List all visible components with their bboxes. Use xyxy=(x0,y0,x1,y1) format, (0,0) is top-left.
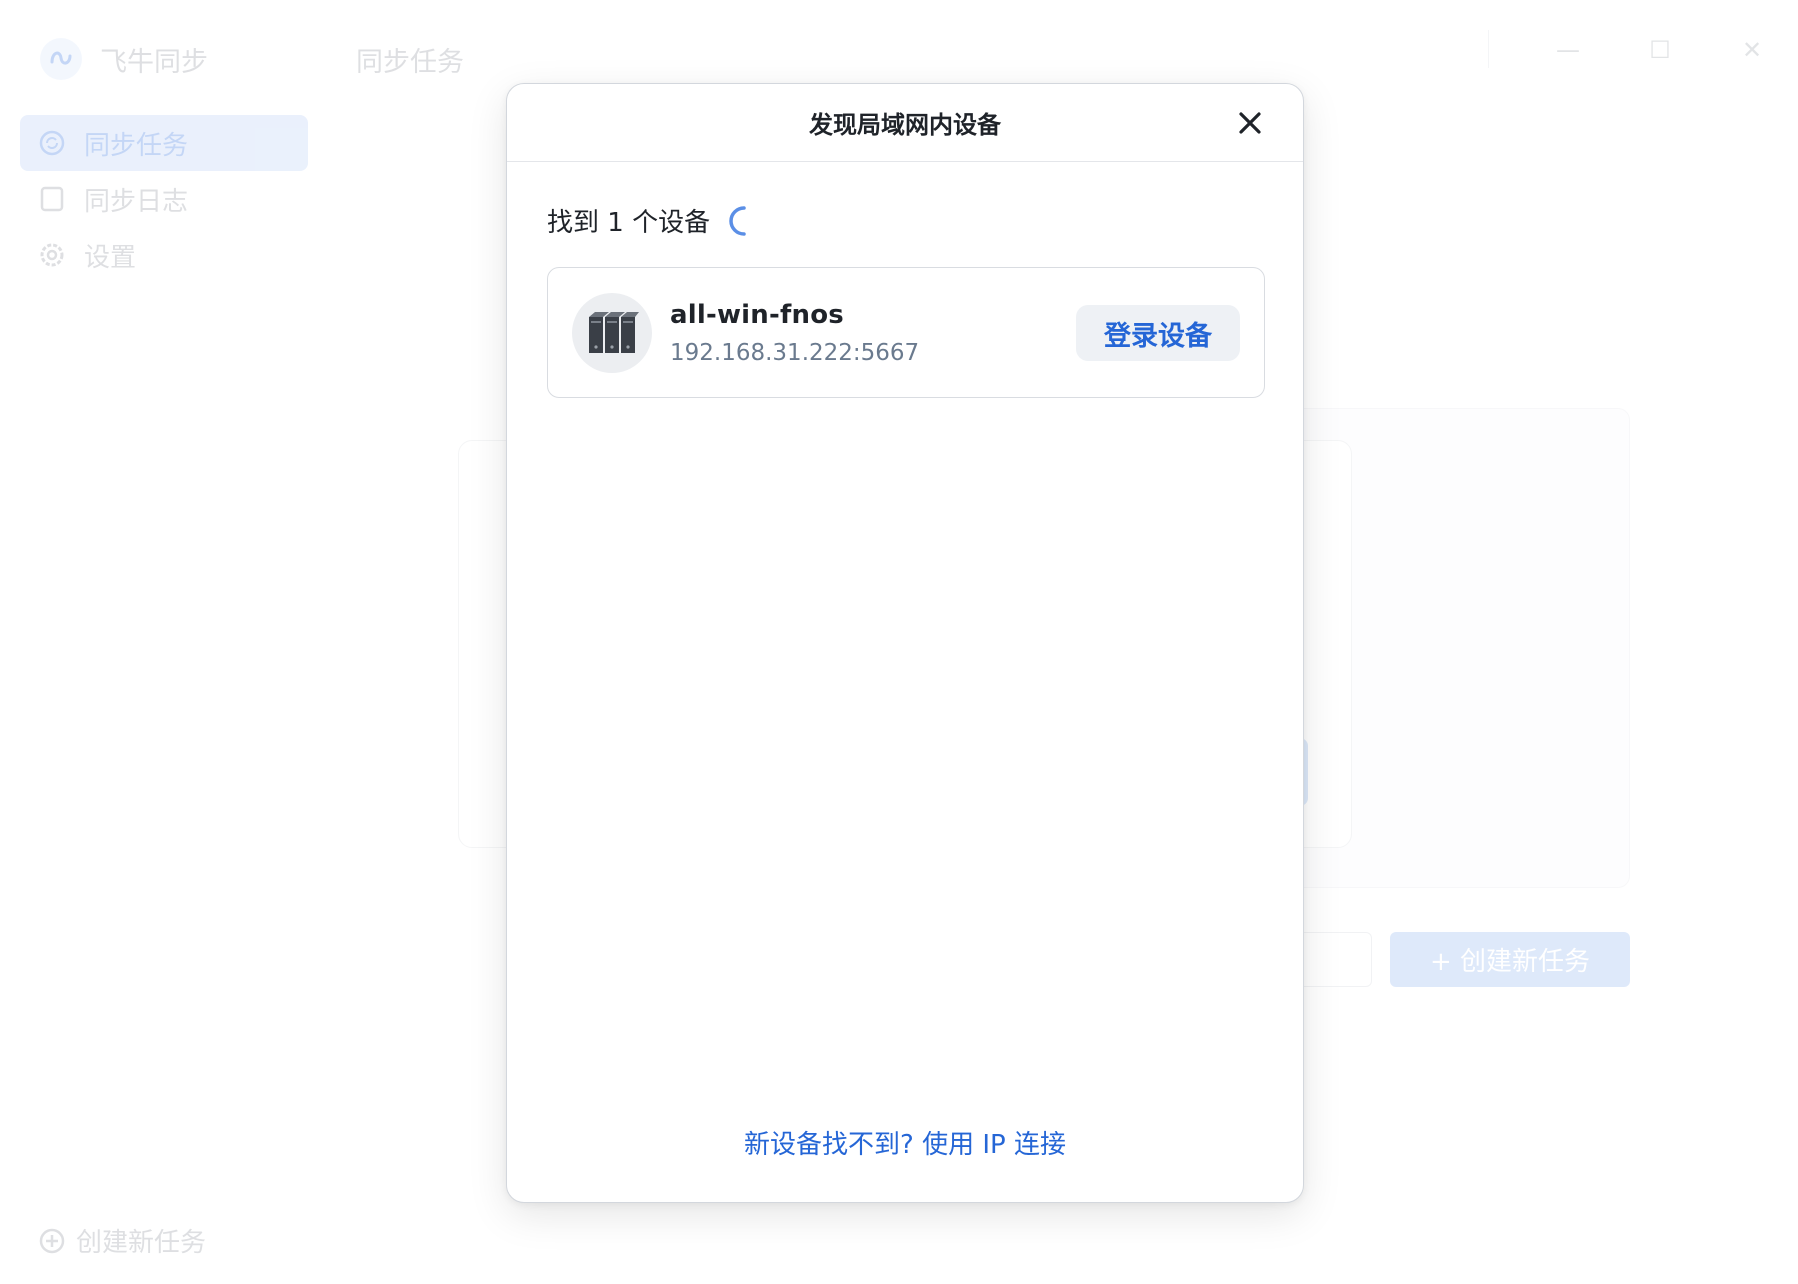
sidebar-item-sync-tasks[interactable]: 同步任务 xyxy=(20,115,308,171)
device-list-item: all-win-fnos 192.168.31.222:5667 登录设备 xyxy=(547,267,1265,398)
sidebar-create-task[interactable]: 创建新任务 xyxy=(38,1222,206,1259)
create-task-button[interactable]: + 创建新任务 xyxy=(1390,932,1630,987)
page-title: 同步任务 xyxy=(356,47,464,78)
add-circle-icon xyxy=(39,1228,65,1253)
close-window-icon[interactable]: ✕ xyxy=(1706,20,1798,80)
sidebar: 同步任务 同步日志 设置 xyxy=(20,115,308,283)
sidebar-item-sync-log[interactable]: 同步日志 xyxy=(20,171,308,227)
found-status: 找到 1 个设备 xyxy=(547,202,754,239)
login-device-button[interactable]: 登录设备 xyxy=(1076,305,1240,361)
sidebar-item-label: 同步日志 xyxy=(84,186,189,217)
sidebar-item-label: 设置 xyxy=(84,242,137,273)
app-name: 飞牛同步 xyxy=(100,47,208,78)
window-controls: — ☐ ✕ xyxy=(1522,20,1798,80)
maximize-icon[interactable]: ☐ xyxy=(1614,20,1706,80)
server-icon xyxy=(572,293,652,373)
discover-devices-modal: 发现局域网内设备 找到 1 个设备 all-win-fnos 192.168.3… xyxy=(506,83,1304,1203)
sidebar-item-settings[interactable]: 设置 xyxy=(20,227,308,283)
ip-connect-link[interactable]: 新设备找不到? 使用 IP 连接 xyxy=(507,1124,1303,1161)
app-logo-icon xyxy=(40,38,82,80)
device-address: 192.168.31.222:5667 xyxy=(670,340,920,366)
device-name: all-win-fnos xyxy=(670,300,844,330)
gear-icon xyxy=(38,241,66,269)
modal-header: 发现局域网内设备 xyxy=(507,84,1303,162)
sidebar-item-label: 同步任务 xyxy=(84,130,189,161)
sidebar-create-task-label: 创建新任务 xyxy=(76,1228,207,1258)
found-count-text: 找到 1 个设备 xyxy=(547,208,711,238)
log-icon xyxy=(38,185,66,213)
app-window: 飞牛同步 同步任务 — ☐ ✕ 同步任务 同步日志 设置 创建新任务 + 创建新… xyxy=(0,0,1798,1284)
modal-title: 发现局域网内设备 xyxy=(809,111,1001,139)
titlebar-divider xyxy=(1488,30,1489,68)
sync-icon xyxy=(38,129,66,157)
minimize-icon[interactable]: — xyxy=(1522,20,1614,80)
loading-spinner-icon xyxy=(729,205,746,236)
close-icon[interactable] xyxy=(1235,108,1265,138)
